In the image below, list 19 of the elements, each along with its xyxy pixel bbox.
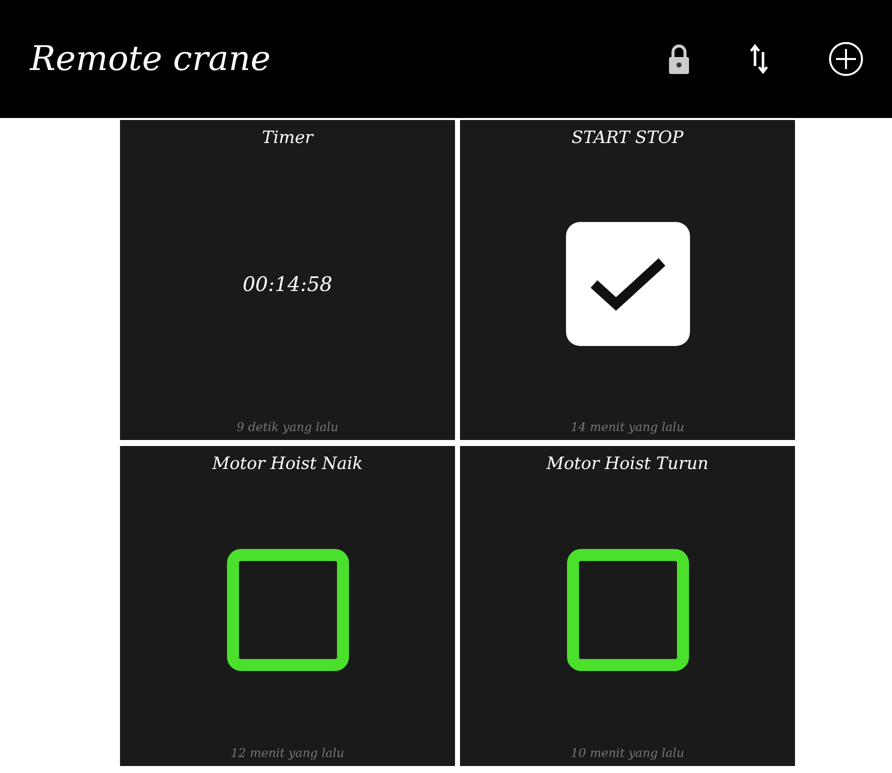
tile-timestamp: 9 detik yang lalu xyxy=(236,420,338,434)
toggle-checkbox[interactable] xyxy=(566,549,688,671)
toggle-checkbox[interactable] xyxy=(226,549,348,671)
lock-icon xyxy=(668,43,690,75)
tile-timestamp: 10 menit yang lalu xyxy=(570,746,684,760)
tile-timestamp: 14 menit yang lalu xyxy=(570,420,684,434)
add-circle-icon xyxy=(828,41,864,77)
tile-title: START STOP xyxy=(572,128,684,148)
timer-value: 00:14:58 xyxy=(242,272,332,296)
tile-title: Motor Hoist Naik xyxy=(212,454,363,474)
tile-title: Motor Hoist Turun xyxy=(546,454,708,474)
lock-button[interactable] xyxy=(668,43,690,75)
add-button[interactable] xyxy=(828,41,864,77)
tile-title: Timer xyxy=(262,128,314,148)
sort-arrows-icon xyxy=(748,44,770,74)
toggle-checkbox[interactable] xyxy=(566,222,690,346)
app-title: Remote crane xyxy=(30,39,272,79)
tile-timestamp: 12 menit yang lalu xyxy=(230,746,344,760)
sort-button[interactable] xyxy=(748,44,770,74)
